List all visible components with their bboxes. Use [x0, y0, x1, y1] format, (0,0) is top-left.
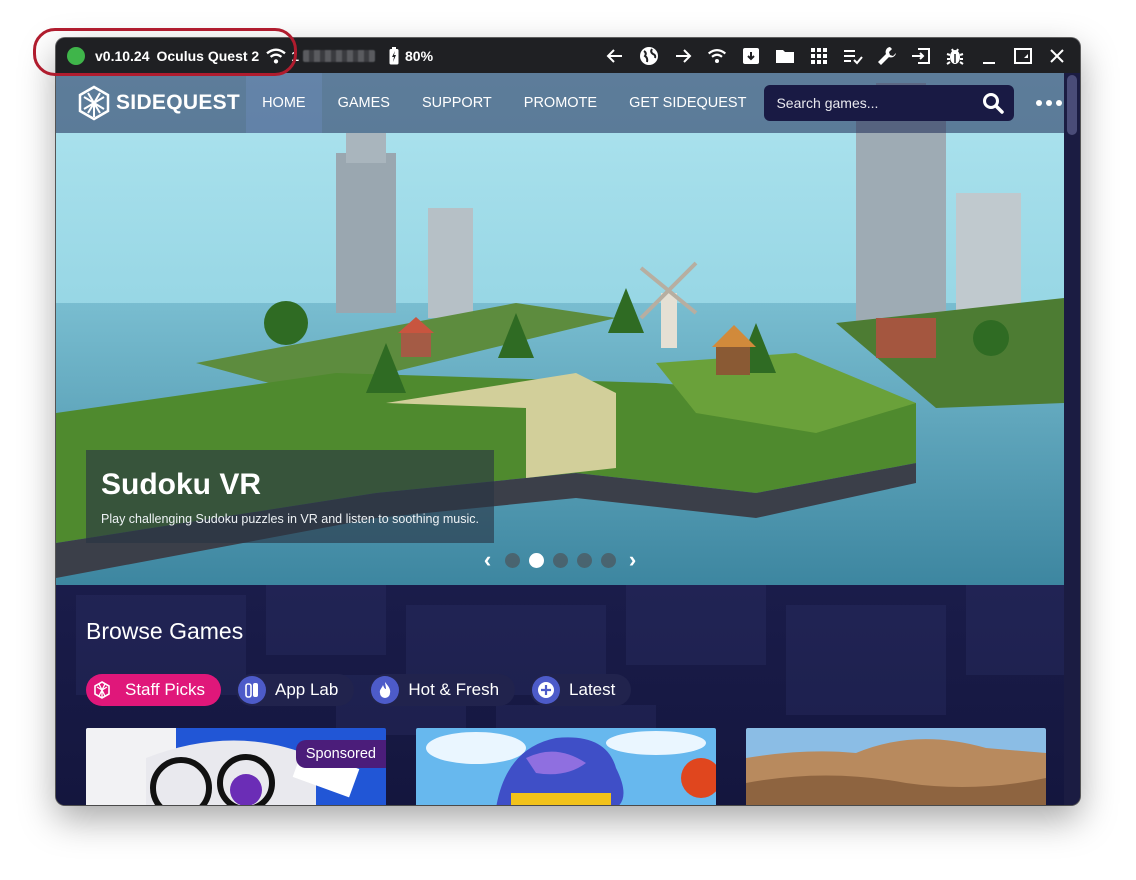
- category-chips: Staff Picks App Lab Hot & Fresh Latest: [86, 674, 632, 706]
- connection-status-dot: [67, 46, 85, 65]
- carousel-next-icon[interactable]: ›: [625, 549, 641, 571]
- input-icon[interactable]: [904, 38, 938, 73]
- chip-app-lab-label: App Lab: [275, 680, 339, 699]
- close-icon[interactable]: [1040, 38, 1074, 73]
- game-card-image: [746, 728, 1046, 805]
- carousel-prev-icon[interactable]: ‹: [480, 549, 496, 571]
- nav-promote[interactable]: PROMOTE: [508, 73, 613, 133]
- device-name: Oculus Quest 2: [156, 47, 260, 64]
- fire-icon: [371, 676, 400, 704]
- nav-get-sidequest[interactable]: GET SIDEQUEST: [613, 73, 762, 133]
- folder-icon[interactable]: [768, 38, 802, 73]
- chip-latest-label: Latest: [569, 680, 616, 699]
- logo-text: SIDEQUEST: [116, 91, 241, 114]
- hero-subtitle: Play challenging Sudoku puzzles in VR an…: [101, 512, 479, 526]
- nav-home[interactable]: HOME: [246, 73, 322, 133]
- forward-arrow-icon[interactable]: [666, 38, 700, 73]
- carousel-dot-4[interactable]: [576, 552, 592, 568]
- chip-staff-picks-label: Staff Picks: [125, 680, 205, 699]
- game-card[interactable]: [416, 728, 716, 805]
- list-check-icon[interactable]: [836, 38, 870, 73]
- hero-title: Sudoku VR: [101, 468, 262, 501]
- carousel-controls: ‹ ›: [56, 549, 1064, 571]
- carousel-dot-3[interactable]: [552, 552, 568, 568]
- browse-games-title: Browse Games: [86, 618, 244, 644]
- browse-games-section: Browse Games Staff Picks App Lab Hot & F…: [56, 585, 1064, 805]
- sidequest-logo[interactable]: SIDEQUEST: [76, 85, 240, 121]
- more-options-icon[interactable]: [1036, 100, 1063, 106]
- battery-icon: [389, 46, 399, 65]
- toolbar-icons: [598, 38, 1074, 73]
- wifi-icon[interactable]: [700, 38, 734, 73]
- search-icon[interactable]: [982, 92, 1005, 114]
- carousel-dot-1[interactable]: [504, 552, 520, 568]
- maximize-icon[interactable]: [1006, 38, 1040, 73]
- scrollbar[interactable]: [1064, 73, 1080, 805]
- search-bar: [764, 85, 1015, 121]
- sponsored-badge: Sponsored: [295, 740, 386, 768]
- hero-caption[interactable]: Sudoku VR Play challenging Sudoku puzzle…: [86, 450, 494, 543]
- nav-support[interactable]: SUPPORT: [406, 73, 508, 133]
- carousel-dot-2[interactable]: [528, 552, 544, 568]
- bug-icon[interactable]: [938, 38, 972, 73]
- ip-address-prefix: 1: [291, 47, 299, 64]
- wifi-status-icon: [265, 47, 287, 65]
- version-label: v0.10.24: [95, 47, 150, 64]
- flask-icon: [238, 676, 266, 704]
- carousel-dot-5[interactable]: [600, 552, 616, 568]
- plus-circle-icon: [532, 676, 561, 704]
- ip-address-redacted: [303, 49, 375, 62]
- sidequest-window: v0.10.24 Oculus Quest 2 1 80% Sudoku VR …: [56, 38, 1080, 805]
- globe-icon[interactable]: [632, 38, 666, 73]
- back-arrow-icon[interactable]: [598, 38, 632, 73]
- sidequest-logo-icon: [78, 85, 110, 121]
- battery-level: 80%: [405, 47, 434, 64]
- game-card[interactable]: Sponsored: [86, 728, 386, 805]
- sidequest-logo-icon: [88, 676, 116, 704]
- chip-app-lab[interactable]: App Lab: [236, 674, 355, 706]
- grid-icon[interactable]: [802, 38, 836, 73]
- hero-carousel[interactable]: Sudoku VR Play challenging Sudoku puzzle…: [56, 73, 1064, 585]
- search-input[interactable]: [774, 94, 969, 112]
- nav-games[interactable]: GAMES: [322, 73, 406, 133]
- chip-latest[interactable]: Latest: [530, 674, 632, 706]
- game-cards: Sponsored: [86, 728, 1046, 805]
- site-navbar: SIDEQUEST HOME GAMES SUPPORT PROMOTE GET…: [56, 73, 1064, 133]
- chip-hot-fresh-label: Hot & Fresh: [408, 680, 500, 699]
- chip-staff-picks[interactable]: Staff Picks: [86, 674, 221, 706]
- chip-hot-fresh[interactable]: Hot & Fresh: [369, 674, 516, 706]
- archive-icon[interactable]: [734, 38, 768, 73]
- game-card-image: [416, 728, 716, 805]
- wrench-icon[interactable]: [870, 38, 904, 73]
- title-bar: v0.10.24 Oculus Quest 2 1 80%: [56, 38, 1080, 73]
- minimize-icon[interactable]: [972, 38, 1006, 73]
- game-card[interactable]: [746, 728, 1046, 805]
- main-content: Sudoku VR Play challenging Sudoku puzzle…: [56, 73, 1064, 805]
- scrollbar-thumb[interactable]: [1067, 75, 1077, 135]
